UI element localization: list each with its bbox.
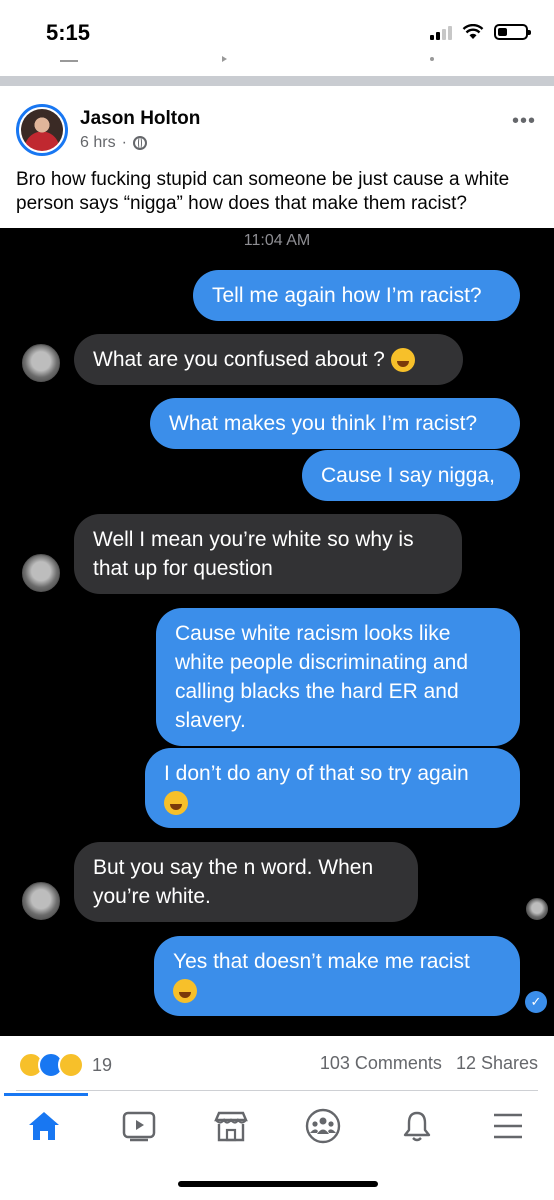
contact-avatar (22, 554, 60, 592)
post-image[interactable]: 11:04 AM Tell me again how I’m racist? W… (0, 228, 554, 1036)
message-bubble-incoming: But you say the n word. When you’re whit… (74, 842, 418, 922)
shares-count[interactable]: 12 Shares (456, 1053, 538, 1074)
rofl-emoji-icon (173, 979, 197, 1004)
laughing-emoji-icon (164, 791, 188, 816)
status-time: 5:15 (46, 20, 91, 45)
sweat-smile-emoji-icon (390, 348, 415, 373)
divider (16, 1090, 538, 1091)
message-bubble-outgoing: Cause white racism looks like white peop… (156, 608, 520, 746)
previous-post-edge (430, 57, 434, 61)
battery-icon (494, 24, 531, 40)
tab-menu[interactable] (484, 1104, 532, 1148)
signal-icon (430, 24, 452, 40)
watch-icon (122, 1111, 156, 1142)
message-bubble-incoming: What are you confused about ? (74, 334, 463, 385)
groups-icon (305, 1108, 341, 1144)
chat-timestamp: 11:04 AM (243, 232, 311, 249)
author-avatar[interactable] (16, 104, 68, 156)
tab-marketplace[interactable] (207, 1104, 255, 1148)
message-bubble-incoming: Well I mean you’re white so why is that … (74, 514, 462, 594)
previous-post-edge (222, 56, 227, 62)
tab-groups[interactable] (299, 1104, 347, 1148)
notifications-icon (403, 1111, 431, 1142)
reaction-count: 19 (92, 1054, 113, 1075)
active-tab-indicator (4, 1093, 88, 1096)
tab-home[interactable] (20, 1104, 68, 1148)
contact-avatar (22, 344, 60, 382)
wow-reaction-icon (58, 1052, 84, 1078)
post-meta: 6 hrs · (80, 134, 147, 152)
post-age[interactable]: 6 hrs (80, 134, 116, 152)
engagement-counts: 103 Comments 12 Shares (320, 1053, 538, 1074)
previous-post-edge (60, 60, 78, 62)
tab-watch[interactable] (115, 1104, 163, 1148)
meta-separator: · (121, 134, 127, 151)
globe-icon (132, 136, 147, 150)
wifi-icon (462, 24, 484, 39)
reactions-summary[interactable]: 19 (18, 1052, 112, 1078)
tab-notifications[interactable] (393, 1104, 441, 1148)
contact-avatar (22, 882, 60, 920)
home-indicator[interactable] (178, 1181, 378, 1187)
menu-icon (494, 1113, 522, 1139)
message-bubble-outgoing: Cause I say nigga, (302, 450, 520, 501)
message-bubble-outgoing: What makes you think I’m racist? (150, 398, 520, 449)
post-text: Bro how fucking stupid can someone be ju… (16, 169, 510, 214)
message-bubble-outgoing: Tell me again how I’m racist? (193, 270, 520, 321)
message-bubble-outgoing: I don’t do any of that so try again (145, 748, 520, 828)
read-receipt-avatar (526, 898, 548, 920)
marketplace-icon (214, 1111, 248, 1142)
more-options-icon[interactable]: ••• (512, 110, 536, 133)
home-icon (29, 1112, 59, 1140)
comments-count[interactable]: 103 Comments (320, 1053, 442, 1074)
feed-divider (0, 76, 554, 86)
author-name[interactable]: Jason Holton (80, 108, 200, 130)
delivered-check-icon: ✓ (525, 991, 547, 1013)
status-icons (430, 22, 531, 42)
message-bubble-outgoing: Yes that doesn’t make me racist (154, 936, 520, 1016)
